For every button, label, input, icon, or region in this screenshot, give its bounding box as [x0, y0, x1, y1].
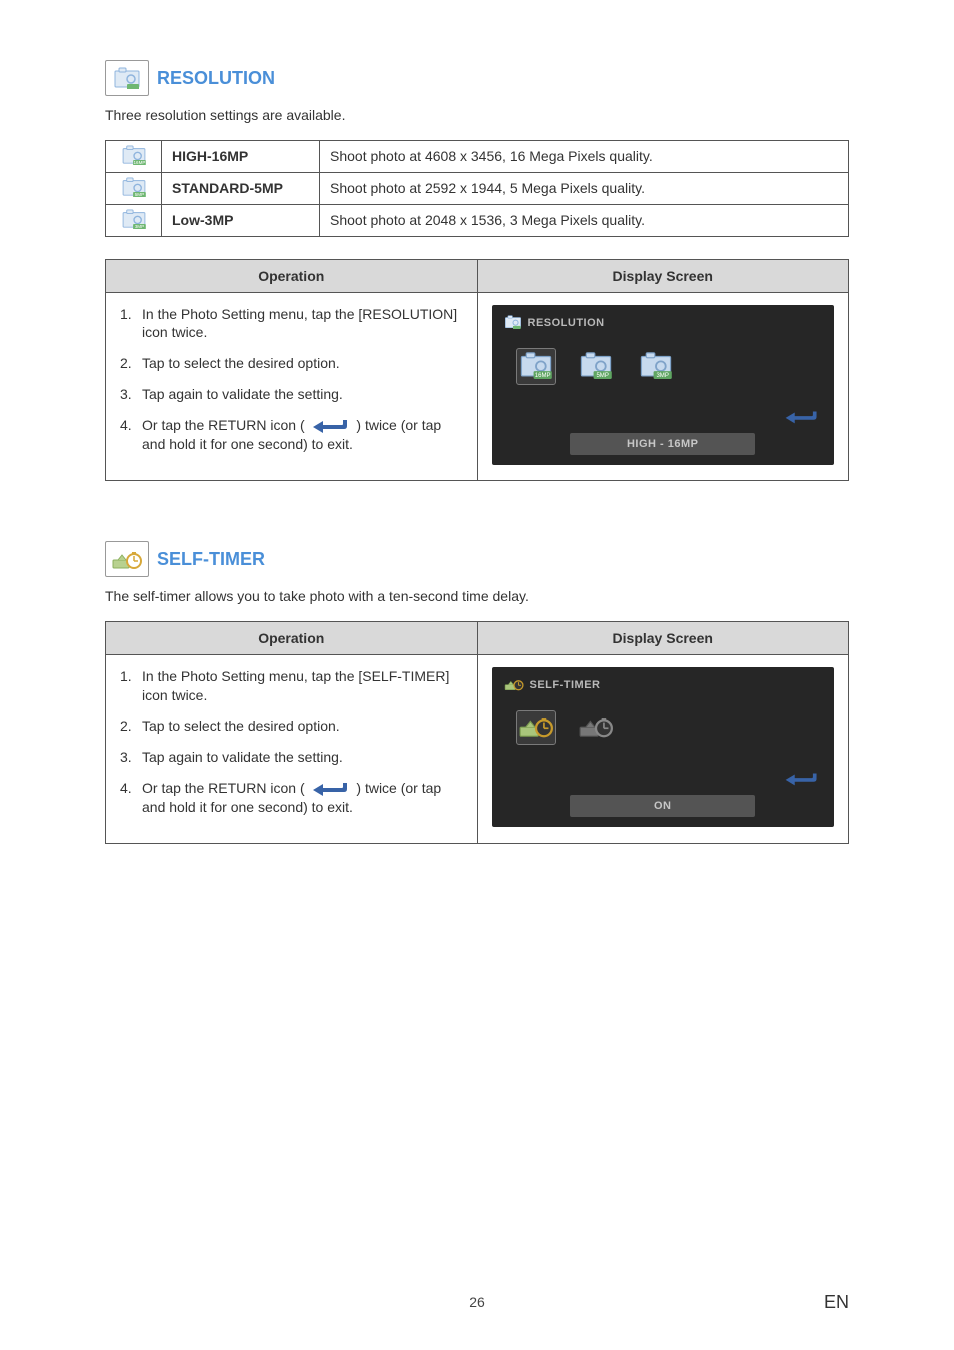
selftimer-status-label: ON — [570, 795, 755, 817]
svg-text:5MP: 5MP — [134, 192, 143, 197]
display-cell: RESOLUTION 16MP 5MP 3MP — [477, 292, 849, 481]
resolution-operation-table: Operation Display Screen 1.In the Photo … — [105, 259, 849, 482]
resolution-row-name: Low-3MP — [162, 204, 320, 236]
resolution-screen-icon — [504, 315, 522, 332]
selftimer-title: SELF-TIMER — [157, 549, 265, 570]
operation-step: 2.Tap to select the desired option. — [120, 717, 463, 736]
selftimer-screen-title: SELF-TIMER — [530, 679, 601, 691]
selftimer-operation-table: Operation Display Screen 1.In the Photo … — [105, 621, 849, 844]
resolution-row-desc: Shoot photo at 2592 x 1944, 5 Mega Pixel… — [320, 172, 849, 204]
selftimer-option-off[interactable] — [576, 710, 616, 745]
resolution-row-desc: Shoot photo at 4608 x 3456, 16 Mega Pixe… — [320, 140, 849, 172]
svg-text:3MP: 3MP — [656, 373, 668, 379]
page-footer: 26 EN — [0, 1294, 954, 1310]
selftimer-option-icons — [516, 710, 823, 745]
table-row: 3MP Low-3MP Shoot photo at 2048 x 1536, … — [106, 204, 849, 236]
resolution-options-table: 16MP HIGH-16MP Shoot photo at 4608 x 345… — [105, 140, 849, 237]
display-cell: SELF-TIMER ON — [477, 654, 849, 843]
operation-header: Operation — [106, 621, 478, 654]
return-button[interactable] — [782, 408, 822, 429]
selftimer-header-icon — [105, 541, 149, 577]
display-header: Display Screen — [477, 259, 849, 292]
resolution-row-icon: 16MP — [106, 140, 162, 172]
selftimer-section-header: SELF-TIMER — [105, 541, 849, 577]
operation-step: 4.Or tap the RETURN icon ( ) twice (or t… — [120, 416, 463, 454]
page-number: 26 — [469, 1294, 485, 1310]
resolution-option-3mp[interactable]: 3MP — [636, 348, 676, 385]
operation-step: 1.In the Photo Setting menu, tap the [SE… — [120, 667, 463, 705]
svg-text:5MP: 5MP — [596, 373, 608, 379]
resolution-row-icon: 3MP — [106, 204, 162, 236]
resolution-section-header: RESOLUTION — [105, 60, 849, 96]
resolution-description: Three resolution settings are available. — [105, 106, 849, 126]
resolution-row-name: STANDARD-5MP — [162, 172, 320, 204]
svg-text:16MP: 16MP — [534, 373, 550, 379]
operation-step: 1.In the Photo Setting menu, tap the [RE… — [120, 305, 463, 343]
selftimer-screen-icon — [504, 677, 524, 694]
return-button[interactable] — [782, 770, 822, 791]
svg-text:3MP: 3MP — [134, 224, 143, 229]
resolution-header-icon — [105, 60, 149, 96]
table-row: 16MP HIGH-16MP Shoot photo at 4608 x 345… — [106, 140, 849, 172]
resolution-row-icon: 5MP — [106, 172, 162, 204]
resolution-option-icons: 16MP 5MP 3MP — [516, 348, 823, 385]
resolution-option-16mp[interactable]: 16MP — [516, 348, 556, 385]
operation-step: 2.Tap to select the desired option. — [120, 354, 463, 373]
operation-step: 4.Or tap the RETURN icon ( ) twice (or t… — [120, 779, 463, 817]
page-language: EN — [824, 1292, 849, 1313]
operation-cell: 1.In the Photo Setting menu, tap the [RE… — [106, 292, 478, 481]
resolution-display-screen: RESOLUTION 16MP 5MP 3MP — [492, 305, 835, 465]
operation-step: 3.Tap again to validate the setting. — [120, 385, 463, 404]
return-icon — [309, 780, 357, 796]
table-row: 5MP STANDARD-5MP Shoot photo at 2592 x 1… — [106, 172, 849, 204]
selftimer-option-on[interactable] — [516, 710, 556, 745]
resolution-row-desc: Shoot photo at 2048 x 1536, 3 Mega Pixel… — [320, 204, 849, 236]
operation-cell: 1.In the Photo Setting menu, tap the [SE… — [106, 654, 478, 843]
resolution-screen-title: RESOLUTION — [528, 317, 605, 329]
resolution-option-5mp[interactable]: 5MP — [576, 348, 616, 385]
selftimer-display-screen: SELF-TIMER ON — [492, 667, 835, 827]
operation-header: Operation — [106, 259, 478, 292]
svg-text:16MP: 16MP — [133, 160, 145, 165]
resolution-row-name: HIGH-16MP — [162, 140, 320, 172]
operation-step: 3.Tap again to validate the setting. — [120, 748, 463, 767]
display-header: Display Screen — [477, 621, 849, 654]
resolution-status-label: HIGH - 16MP — [570, 433, 755, 455]
return-icon — [309, 417, 357, 433]
resolution-title: RESOLUTION — [157, 68, 275, 89]
selftimer-description: The self-timer allows you to take photo … — [105, 587, 849, 607]
